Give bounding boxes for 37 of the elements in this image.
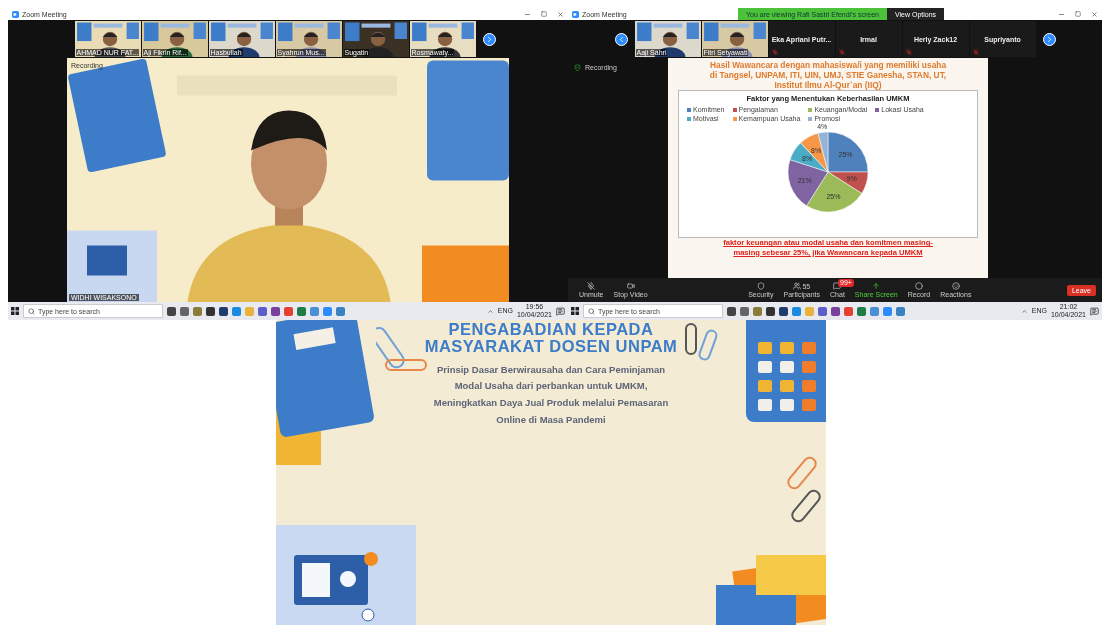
notification-icon[interactable]	[556, 306, 565, 316]
restore-icon[interactable]	[541, 11, 547, 17]
slide-subtitle: Prinsip Dasar Berwirausaha dan Cara Peminjaman	[436, 362, 666, 377]
restore-icon[interactable]	[1075, 11, 1081, 17]
record-icon	[914, 282, 923, 290]
slide-title: Hasil Wawancara dengan mahasiswa/i yang memiliki usaha	[709, 60, 947, 71]
muted-mic-icon	[905, 49, 912, 55]
next-page-button[interactable]	[1042, 32, 1056, 46]
muted-mic-icon	[972, 49, 979, 55]
slide-subtitle: Online di Masa Pandemi	[496, 412, 606, 427]
close-icon[interactable]	[1091, 10, 1098, 18]
slide-title: Institut Ilmu Al-Qur`an (IIQ)	[774, 80, 882, 91]
share-icon	[872, 282, 881, 290]
muted-mic-icon	[771, 49, 778, 55]
chat-icon	[833, 282, 842, 290]
video-icon	[626, 282, 635, 290]
chevron-icon[interactable]	[1020, 307, 1028, 315]
slide-title: PENGABADIAN KEPADA	[448, 321, 654, 339]
close-icon[interactable]	[557, 10, 564, 18]
slide-subtitle: Modal Usaha dari perbankan untuk UMKM,	[454, 379, 648, 394]
shield-icon	[574, 64, 581, 71]
search-icon	[588, 307, 595, 315]
unmute-icon	[587, 282, 596, 290]
windows-logo-icon[interactable]	[11, 307, 19, 315]
security-icon	[756, 282, 765, 290]
chevron-icon[interactable]	[486, 307, 494, 315]
muted-mic-icon	[838, 49, 845, 55]
notification-icon[interactable]	[1090, 306, 1099, 316]
next-page-button[interactable]	[482, 32, 496, 46]
windows-logo-icon[interactable]	[571, 307, 579, 315]
participants-icon	[793, 282, 802, 290]
previous-page-button[interactable]	[614, 32, 628, 46]
slide-subtitle: Meningkatkan Daya Jual Produk melalui Pemasaran	[433, 395, 669, 410]
slide-title: di Tangsel, UNPAM, ITI, UIN, UMJ, STIE Ganesha, STAN, UT,	[709, 70, 947, 81]
reactions-icon	[951, 282, 960, 290]
search-icon	[28, 307, 35, 315]
slide-title: MASYARAKAT DOSEN UNPAM	[424, 338, 678, 356]
